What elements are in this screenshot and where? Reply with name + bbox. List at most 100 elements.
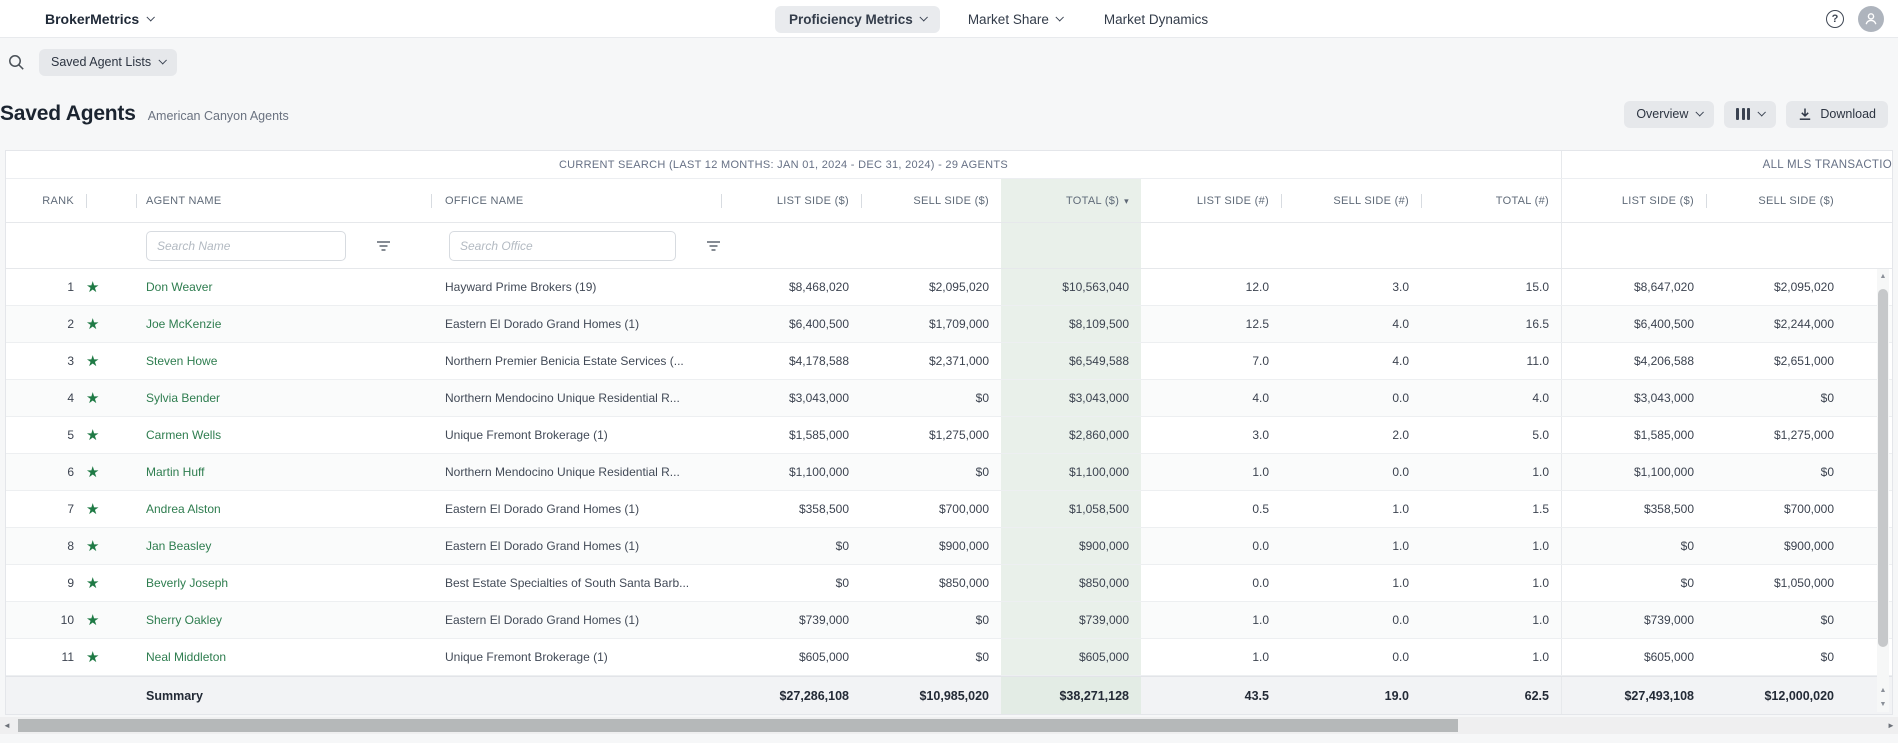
chevron-down-icon [1757,107,1767,117]
summary-sell-side-cnt: 19.0 [1384,688,1409,703]
favorite-star-icon[interactable]: ★ [86,391,99,406]
col-header-mls-sell-side-amt[interactable]: SELL SIDE ($) [1706,179,1846,222]
table-row: 1 ★ Don Weaver Hayward Prime Brokers (19… [6,269,1892,306]
nav-item-proficiency-metrics[interactable]: Proficiency Metrics [775,5,940,33]
total-cnt-cell: 11.0 [1526,354,1549,368]
scroll-up-arrow[interactable]: ▲ [1877,270,1889,282]
columns-icon [1736,108,1751,120]
total-cnt-cell: 5.0 [1532,428,1549,442]
search-icon[interactable] [8,54,25,71]
office-filter-icon[interactable] [706,240,721,252]
saved-agent-lists-dropdown[interactable]: Saved Agent Lists [39,48,178,76]
total-amt-cell: $1,058,500 [1001,491,1141,527]
nav-item-market-dynamics[interactable]: Market Dynamics [1090,6,1222,33]
agent-name-link[interactable]: Beverly Joseph [146,576,228,590]
agent-name-link[interactable]: Carmen Wells [146,428,221,442]
rank-cell: 2 [67,317,74,331]
list-side-amt-cell: $8,468,020 [788,280,849,294]
name-filter-input[interactable] [146,230,346,261]
rank-cell: 11 [61,650,74,664]
agent-name-link[interactable]: Neal Middleton [146,650,226,664]
mls-sell-side-amt-cell: $0 [1820,465,1834,479]
mls-sell-side-amt-cell: $0 [1820,650,1834,664]
horizontal-scrollbar-thumb[interactable] [18,719,1458,732]
table-row: 9 ★ Beverly Joseph Best Estate Specialti… [6,565,1892,602]
favorite-star-icon[interactable]: ★ [86,354,99,369]
name-filter-icon[interactable] [376,240,391,252]
summary-empty [86,677,136,714]
list-side-cnt-cell: 4.0 [1252,391,1269,405]
mls-sell-side-amt-cell: $1,050,000 [1773,576,1834,590]
office-name-cell: Northern Mendocino Unique Residential R.… [445,391,680,405]
mls-sell-side-amt-cell: $2,244,000 [1773,317,1834,331]
favorite-star-icon[interactable]: ★ [86,465,99,480]
brand-menu[interactable]: BrokerMetrics [45,0,156,38]
sell-side-amt-cell: $850,000 [938,576,989,590]
avatar[interactable] [1858,6,1884,32]
favorite-star-icon[interactable]: ★ [86,613,99,628]
download-button[interactable]: Download [1786,100,1888,128]
help-icon[interactable]: ? [1826,10,1844,28]
group-header-current-search: CURRENT SEARCH (LAST 12 MONTHS: JAN 01, … [558,158,1009,171]
nav-item-market-share[interactable]: Market Share [954,6,1076,33]
scroll-down-arrow[interactable]: ▼ [1877,698,1889,710]
sell-side-amt-cell: $2,371,000 [928,354,989,368]
summary-list-side-cnt: 43.5 [1244,688,1269,703]
total-amt-cell: $6,549,588 [1001,343,1141,379]
favorite-star-icon[interactable]: ★ [86,650,99,665]
agent-name-link[interactable]: Sherry Oakley [146,613,222,627]
favorite-star-icon[interactable]: ★ [86,539,99,554]
vertical-scrollbar-thumb[interactable] [1878,289,1888,647]
agent-name-link[interactable]: Andrea Alston [146,502,221,516]
agent-name-link[interactable]: Jan Beasley [146,539,211,553]
col-header-sell-side-amt[interactable]: SELL SIDE ($) [861,179,1001,222]
list-side-cnt-cell: 3.0 [1252,428,1269,442]
list-side-amt-cell: $0 [835,576,849,590]
scroll-left-arrow[interactable]: ◄ [0,717,14,734]
agent-name-link[interactable]: Don Weaver [146,280,212,294]
table-row: 2 ★ Joe McKenzie Eastern El Dorado Grand… [6,306,1892,343]
col-header-office-name[interactable]: OFFICE NAME [431,179,721,222]
scroll-up-arrow-bottom[interactable]: ▲ [1877,684,1889,696]
list-side-amt-cell: $4,178,588 [788,354,849,368]
agent-name-link[interactable]: Steven Howe [146,354,217,368]
title-bar: Saved Agents American Canyon Agents Over… [0,86,1898,142]
col-header-mls-list-side-amt[interactable]: LIST SIDE ($) [1561,179,1706,222]
agent-name-link[interactable]: Martin Huff [146,465,204,479]
col-header-sell-side-cnt[interactable]: SELL SIDE (#) [1281,179,1421,222]
agent-name-link[interactable]: Sylvia Bender [146,391,220,405]
agent-name-link[interactable]: Joe McKenzie [146,317,221,331]
agents-table: CURRENT SEARCH (LAST 12 MONTHS: JAN 01, … [5,150,1893,715]
list-side-amt-cell: $0 [835,539,849,553]
overview-dropdown[interactable]: Overview [1624,100,1715,128]
scroll-right-arrow[interactable]: ► [1884,717,1898,734]
sort-desc-icon: ▾ [1124,195,1129,206]
col-header-total-cnt[interactable]: TOTAL (#) [1421,179,1561,222]
favorite-star-icon[interactable]: ★ [86,280,99,295]
summary-mls-sell-side-amt: $12,000,020 [1764,688,1834,703]
help-glyph: ? [1831,13,1839,25]
total-cnt-cell: 4.0 [1532,391,1549,405]
list-side-amt-cell: $358,500 [798,502,849,516]
mls-sell-side-amt-cell: $0 [1820,613,1834,627]
filter-empty [1706,223,1846,268]
horizontal-scrollbar[interactable]: ◄ ► [0,717,1898,734]
favorite-star-icon[interactable]: ★ [86,576,99,591]
favorite-star-icon[interactable]: ★ [86,502,99,517]
favorite-star-icon[interactable]: ★ [86,317,99,332]
list-side-amt-cell: $3,043,000 [788,391,849,405]
list-side-cnt-cell: 1.0 [1252,650,1269,664]
col-header-agent-name[interactable]: AGENT NAME [136,179,431,222]
vertical-scrollbar[interactable]: ▲ ▲ ▼ [1877,269,1889,712]
filter-row [6,223,1892,269]
table-body: 1 ★ Don Weaver Hayward Prime Brokers (19… [6,269,1892,676]
office-filter-input[interactable] [449,230,676,261]
columns-toggle[interactable] [1724,100,1777,128]
col-header-total-amt[interactable]: TOTAL ($) ▾ [1001,179,1141,222]
download-label: Download [1820,107,1876,121]
col-header-rank[interactable]: RANK [6,179,86,222]
list-side-cnt-cell: 1.0 [1252,613,1269,627]
favorite-star-icon[interactable]: ★ [86,428,99,443]
col-header-list-side-cnt[interactable]: LIST SIDE (#) [1141,179,1281,222]
col-header-list-side-amt[interactable]: LIST SIDE ($) [721,179,861,222]
